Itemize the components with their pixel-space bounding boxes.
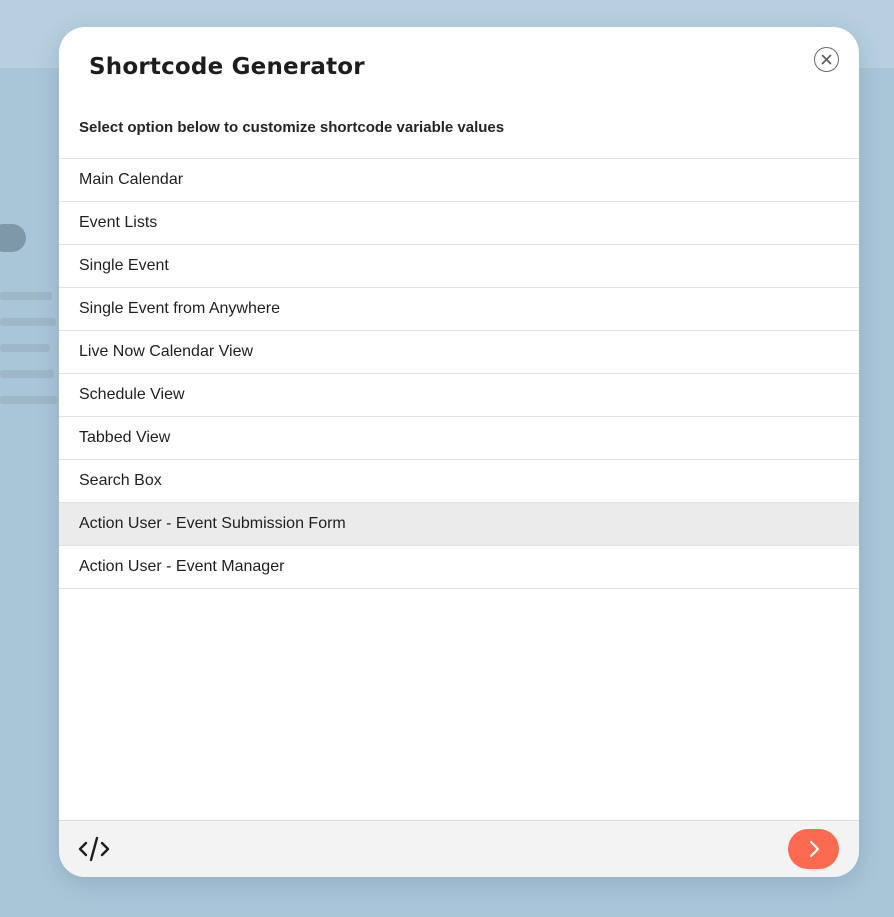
background-line (0, 396, 58, 404)
close-button[interactable] (814, 47, 839, 72)
option-live-now-calendar[interactable]: Live Now Calendar View (59, 331, 859, 374)
background-line (0, 292, 52, 300)
option-event-submission-form[interactable]: Action User - Event Submission Form (59, 503, 859, 546)
option-main-calendar[interactable]: Main Calendar (59, 159, 859, 202)
code-icon[interactable] (78, 836, 110, 862)
option-event-manager[interactable]: Action User - Event Manager (59, 546, 859, 589)
option-event-lists[interactable]: Event Lists (59, 202, 859, 245)
option-schedule-view[interactable]: Schedule View (59, 374, 859, 417)
option-tabbed-view[interactable]: Tabbed View (59, 417, 859, 460)
background-line (0, 344, 50, 352)
chevron-right-icon (809, 840, 819, 858)
option-single-event-anywhere[interactable]: Single Event from Anywhere (59, 288, 859, 331)
option-search-box[interactable]: Search Box (59, 460, 859, 503)
modal-header: Shortcode Generator (59, 27, 859, 112)
close-icon (821, 54, 832, 65)
modal-subtitle: Select option below to customize shortco… (79, 119, 505, 136)
background-toggle (0, 224, 26, 252)
shortcode-options-list: Main Calendar Event Lists Single Event S… (59, 158, 859, 589)
next-button[interactable] (788, 829, 839, 869)
background-line (0, 318, 56, 326)
option-single-event[interactable]: Single Event (59, 245, 859, 288)
modal-title: Shortcode Generator (89, 54, 365, 80)
background-line (0, 370, 54, 378)
shortcode-generator-modal: Shortcode Generator Select option below … (59, 27, 859, 877)
modal-footer (59, 820, 859, 877)
